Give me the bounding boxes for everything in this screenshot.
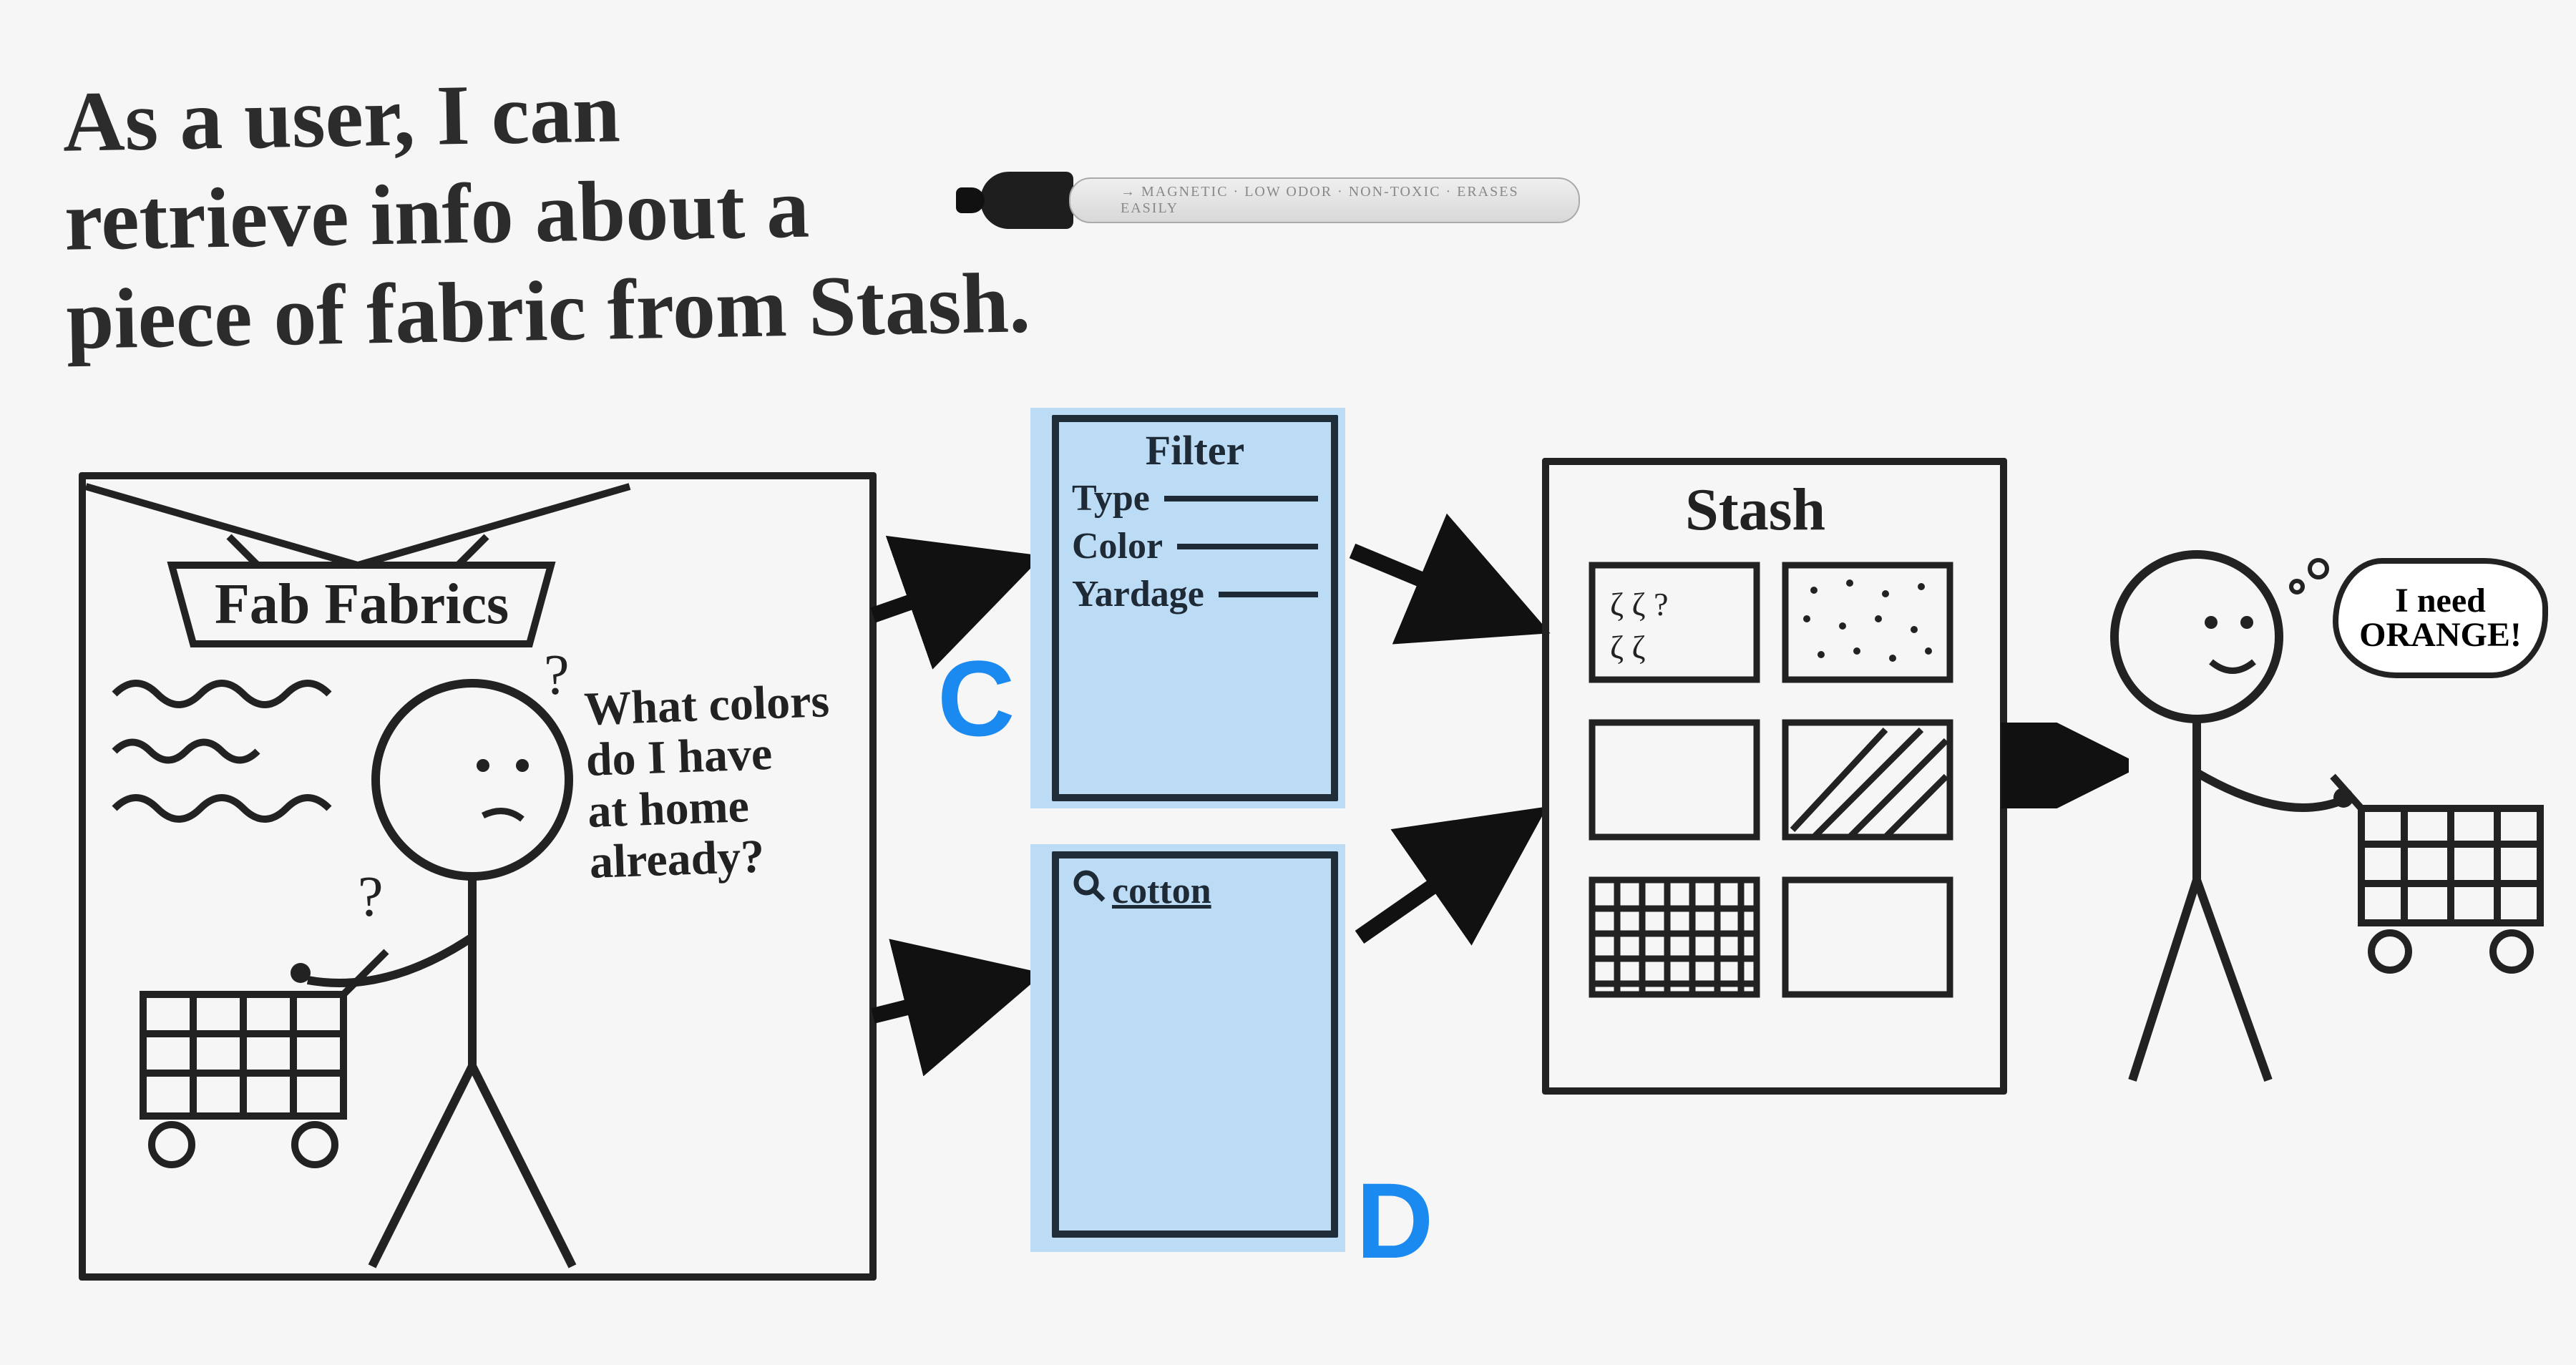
svg-text:?: ?: [358, 866, 384, 929]
filter-label-type: Type: [1072, 477, 1150, 519]
thought-text: I need ORANGE!: [2359, 582, 2522, 654]
arrows-scene1-to-options: [859, 515, 1045, 1159]
option-c-panel: Filter Type Color Yardage: [1052, 415, 1338, 801]
search-term-text: cotton: [1112, 870, 1211, 912]
svg-text:?: ?: [544, 644, 570, 707]
thought-bubble: I need ORANGE!: [2333, 558, 2548, 678]
arrows-options-to-stash: [1338, 465, 1553, 1037]
filter-row-color: Color: [1059, 522, 1331, 570]
store-sign-text: Fab Fabrics: [215, 572, 509, 637]
filter-row-type: Type: [1059, 474, 1331, 522]
filter-label-color: Color: [1072, 525, 1163, 567]
svg-text:ζ ζ: ζ ζ: [1610, 629, 1646, 665]
svg-text:ζ ζ ?: ζ ζ ?: [1610, 586, 1669, 622]
user-question-text: What colors do I have at home already?: [583, 675, 836, 888]
callout-letter-d: D: [1356, 1159, 1433, 1283]
stash-swatches-svg: ζ ζ ? ζ ζ: [1549, 465, 2000, 1087]
option-d-panel: cotton: [1052, 851, 1338, 1238]
callout-letter-c: C: [937, 637, 1015, 760]
filter-title: Filter: [1059, 422, 1331, 474]
marker-label-text: → MAGNETIC · LOW ODOR · NON-TOXIC · ERAS…: [1069, 177, 1580, 223]
stash-panel: Stash ζ ζ ? ζ ζ: [1542, 458, 2007, 1095]
whiteboard-marker: → MAGNETIC · LOW ODOR · NON-TOXIC · ERAS…: [980, 172, 1584, 229]
filter-label-yardage: Yardage: [1072, 573, 1204, 615]
user-story-text: As a user, I can retrieve info about a p…: [62, 56, 1031, 368]
search-row: cotton: [1059, 858, 1331, 916]
filter-row-yardage: Yardage: [1059, 570, 1331, 618]
scene-outcome: I need ORANGE!: [2104, 522, 2569, 1109]
search-icon: [1072, 869, 1108, 914]
scene-fabric-store: ? ? Fab Fabrics What colors do I have at…: [79, 472, 877, 1281]
